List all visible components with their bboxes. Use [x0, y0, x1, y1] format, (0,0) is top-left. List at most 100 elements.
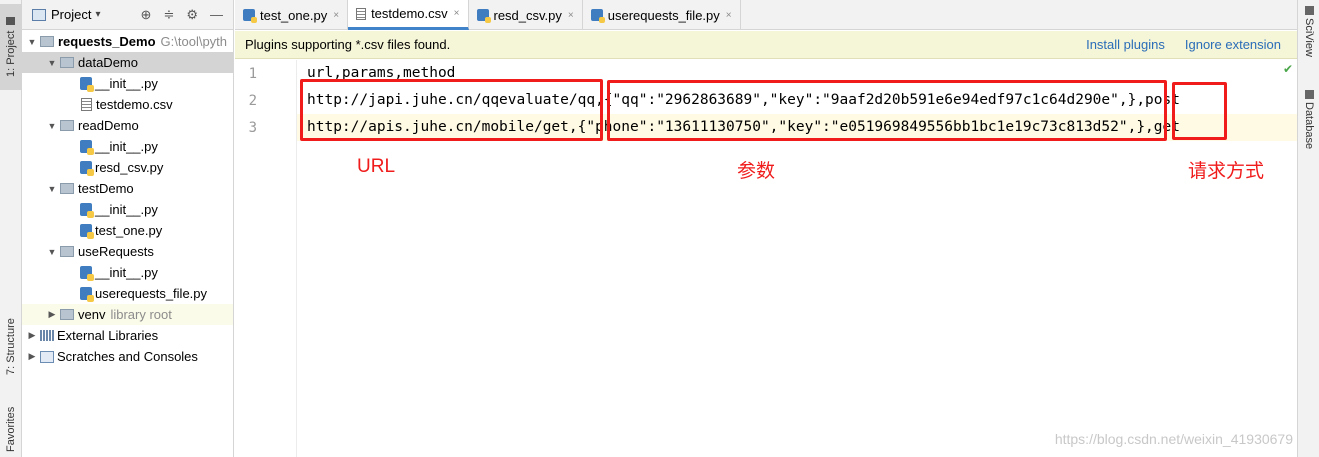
python-file-icon	[80, 161, 94, 176]
params-annotation: 参数	[737, 161, 776, 182]
tree-item[interactable]: __init__.py	[22, 262, 233, 283]
database-tool-tab[interactable]: Database	[1298, 90, 1319, 160]
tree-item[interactable]: ▶ venv library root	[22, 304, 233, 325]
line-number: 2	[248, 93, 257, 109]
project-tool-tab[interactable]: 1: Project	[0, 4, 22, 90]
tree-item-label: testdemo.csv	[96, 97, 173, 112]
python-file-icon	[476, 9, 491, 23]
folder-icon	[60, 309, 74, 320]
tree-item[interactable]: ▼ requests_Demo G:\tool\pyth	[22, 31, 233, 52]
folder-icon	[6, 16, 16, 25]
line-number: 3	[248, 120, 257, 136]
tree-item-label: testDemo	[78, 181, 134, 196]
tree-item[interactable]: ▼ readDemo	[22, 115, 233, 136]
hide-panel-icon[interactable]: —	[210, 7, 223, 23]
structure-tool-tab[interactable]: 7: Structure	[0, 302, 22, 392]
chevron-down-icon[interactable]: ▼	[46, 184, 58, 194]
python-file-icon	[80, 203, 94, 218]
chevron-down-icon[interactable]: ▼	[46, 58, 58, 68]
collapse-all-icon[interactable]: ≑	[163, 7, 174, 23]
tree-item-label: test_one.py	[95, 223, 163, 238]
close-icon[interactable]: ×	[568, 10, 574, 21]
tree-item[interactable]: ▶ External Libraries	[22, 325, 233, 346]
tree-item-label: venv	[78, 307, 106, 322]
editor-tab[interactable]: test_one.py ×	[235, 0, 349, 30]
favorites-tool-tab[interactable]: Favorites	[0, 402, 22, 457]
database-icon	[1304, 90, 1314, 99]
python-file-icon	[243, 9, 257, 23]
tree-item[interactable]: ▼ testDemo	[22, 178, 233, 199]
tree-item[interactable]: __init__.py	[22, 136, 233, 157]
folder-icon	[60, 183, 74, 194]
editor-tab-label: userequests_file.py	[607, 7, 720, 23]
chevron-down-icon[interactable]: ▼	[46, 247, 58, 257]
editor-tab-label: resd_csv.py	[493, 7, 562, 23]
tree-item-label: __init__.py	[95, 202, 158, 217]
chevron-down-icon[interactable]: ▾	[95, 9, 100, 20]
folder-icon	[60, 120, 74, 131]
structure-tool-tab-label: 7: Structure	[5, 318, 17, 376]
python-file-icon	[80, 266, 94, 281]
close-icon[interactable]: ×	[454, 8, 460, 19]
params-highlight-box	[607, 80, 1167, 141]
tree-item[interactable]: resd_csv.py	[22, 157, 233, 178]
plugin-notification-bar: Plugins supporting *.csv files found. In…	[235, 31, 1297, 59]
project-panel-header: Project ▾ ⊕ ≑ ⚙ —	[22, 0, 233, 30]
tree-item[interactable]: test_one.py	[22, 220, 233, 241]
python-file-icon	[80, 77, 94, 92]
sciview-tool-tab[interactable]: SciView	[1298, 6, 1319, 76]
notification-text: Plugins supporting *.csv files found.	[245, 37, 451, 52]
tree-item[interactable]: ▼ dataDemo	[22, 52, 233, 73]
editor-tab[interactable]: resd_csv.py ×	[469, 0, 583, 30]
locate-icon[interactable]: ⊕	[141, 7, 152, 23]
tree-item-extra: G:\tool\pyth	[160, 34, 228, 49]
close-icon[interactable]: ×	[726, 10, 732, 21]
python-file-icon	[590, 9, 605, 23]
tree-item-label: __init__.py	[95, 139, 158, 154]
folder-icon	[60, 246, 74, 257]
chevron-down-icon[interactable]: ▼	[46, 121, 58, 131]
csv-file-icon	[356, 7, 367, 20]
url-annotation: URL	[357, 156, 396, 177]
tree-item-label: External Libraries	[57, 328, 159, 343]
install-plugins-link[interactable]: Install plugins	[1086, 37, 1165, 52]
tree-item-label: __init__.py	[95, 76, 158, 91]
project-view-selector[interactable]: Project	[51, 7, 91, 22]
tree-item[interactable]: ▶ Scratches and Consoles	[22, 346, 233, 367]
python-file-icon	[80, 224, 94, 239]
database-label: Database	[1303, 102, 1315, 150]
method-highlight-box	[1172, 82, 1227, 140]
watermark: https://blog.csdn.net/weixin_41930679	[1054, 431, 1293, 447]
chevron-down-icon[interactable]: ▼	[26, 37, 38, 47]
tree-item-label: requests_Demo	[58, 34, 156, 49]
editor-tab[interactable]: testdemo.csv ×	[348, 0, 469, 30]
project-panel: Project ▾ ⊕ ≑ ⚙ — ▼ requests_Demo G:\tool\…	[22, 0, 234, 457]
editor-tabs: test_one.py × testdemo.csv × resd_csv.py × use…	[235, 0, 1297, 30]
close-icon[interactable]: ×	[333, 10, 339, 21]
chevron-right-icon[interactable]: ▶	[26, 330, 38, 341]
tree-item[interactable]: __init__.py	[22, 199, 233, 220]
chevron-right-icon[interactable]: ▶	[26, 351, 38, 362]
editor-tab[interactable]: userequests_file.py ×	[583, 0, 741, 30]
url-highlight-box	[300, 79, 603, 141]
tree-item-label: useRequests	[78, 244, 154, 259]
project-tool-tab-label: 1: Project	[5, 30, 17, 78]
library-icon	[40, 330, 54, 341]
tree-item-label: readDemo	[78, 118, 139, 133]
line-number-gutter: 1 2 3	[235, 60, 297, 457]
project-icon	[32, 8, 46, 21]
tree-item[interactable]: testdemo.csv	[22, 94, 233, 115]
tree-item-extra: library root	[110, 307, 172, 322]
chevron-right-icon[interactable]: ▶	[46, 309, 58, 320]
tree-item-label: Scratches and Consoles	[57, 349, 198, 364]
tree-item[interactable]: ▼ useRequests	[22, 241, 233, 262]
sciview-icon	[1304, 6, 1314, 15]
tree-item[interactable]: userequests_file.py	[22, 283, 233, 304]
python-file-icon	[80, 287, 94, 302]
tree-item-label: userequests_file.py	[95, 286, 208, 301]
gear-icon[interactable]: ⚙	[186, 7, 198, 23]
tree-item[interactable]: __init__.py	[22, 73, 233, 94]
favorites-tool-tab-label: Favorites	[5, 406, 17, 453]
ignore-extension-link[interactable]: Ignore extension	[1185, 37, 1281, 52]
right-tool-strip: SciView Database	[1297, 0, 1319, 457]
